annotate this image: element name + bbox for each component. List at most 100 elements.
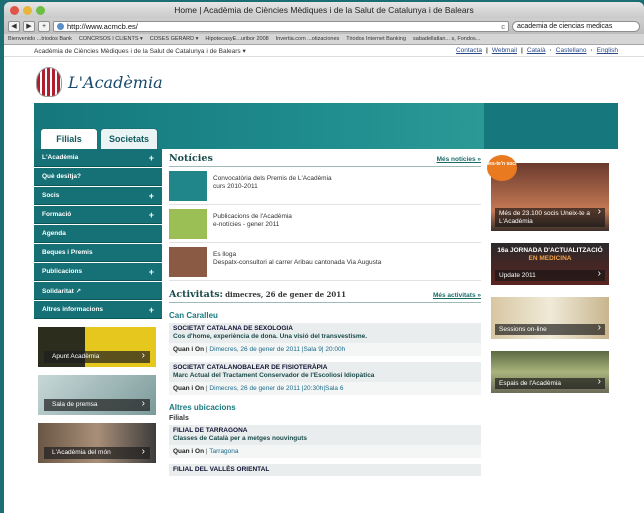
- meta-label: Quan i On: [173, 346, 205, 353]
- menu-item-lacademia[interactable]: L'Acadèmia +: [34, 149, 162, 167]
- menu-item-publicacions[interactable]: Publicacions +: [34, 263, 162, 281]
- bookmark-item[interactable]: CONCRSOS I CLIENTS ▾: [79, 36, 143, 42]
- menu-label: Publicacions: [42, 268, 83, 275]
- menu-item-agenda[interactable]: Agenda: [34, 225, 162, 243]
- bookmark-item[interactable]: COSES GERARD ▾: [150, 36, 199, 42]
- globe-icon: [57, 22, 64, 30]
- bookmark-item[interactable]: HipotecasyE...uribor 2008: [205, 36, 268, 42]
- event-bar: SOCIETAT CATALANA DE SEXOLOGIA Cos d'hom…: [169, 323, 481, 343]
- bookmark-item[interactable]: Invertia.com ...otizaciones: [276, 36, 340, 42]
- news-thumbnail[interactable]: [169, 209, 207, 239]
- bookmark-item[interactable]: sabadellatlan... s, Fondos...: [413, 36, 480, 42]
- news-text: Es lloga Despatx-consultori al carrer Ari…: [213, 247, 381, 267]
- expand-icon[interactable]: +: [149, 267, 154, 277]
- promo-caption: L'Acadèmia del món: [44, 446, 150, 459]
- expand-icon[interactable]: +: [149, 191, 154, 201]
- english-link[interactable]: English: [597, 47, 618, 54]
- activitats-date: dimecres, 26 de gener de 2011: [225, 290, 346, 299]
- right-column: fes-te'n soci Més de 23.100 socis Uneix-…: [487, 155, 609, 405]
- event-bar: FILIAL DEL VALLÈS ORIENTAL: [169, 464, 481, 476]
- menu-label: Beques i Premis: [42, 249, 93, 256]
- news-item[interactable]: Publicacions de l'Acadèmia e-notícies - g…: [169, 205, 481, 243]
- more-news-link[interactable]: Més notícies »: [437, 156, 481, 163]
- tab-filials[interactable]: Filials: [40, 128, 98, 149]
- title-bar: Home | Acadèmia de Ciències Mèdiques i d…: [4, 2, 644, 18]
- news-item[interactable]: Es lloga Despatx-consultori al carrer Ari…: [169, 243, 481, 281]
- event-item[interactable]: FILIAL DEL VALLÈS ORIENTAL: [169, 464, 481, 476]
- news-thumbnail[interactable]: [169, 247, 207, 277]
- castellano-link[interactable]: Castellano: [556, 47, 587, 54]
- jornada-heading: 16a JORNADA D'ACTUALITZACIÓ EN MEDICINA: [497, 247, 603, 262]
- news-subtitle: curs 2010-2011: [213, 183, 258, 190]
- promo-caption: Més de 23.100 socis Uneix-te a L'Acadèmi…: [495, 208, 605, 227]
- event-title[interactable]: Cos d'home, experiència de dona. Una vis…: [173, 333, 477, 341]
- event-title[interactable]: Classes de Català per a metges nouvingut…: [173, 435, 477, 443]
- webmail-link[interactable]: Webmail: [492, 47, 517, 54]
- event-item[interactable]: SOCIETAT CATALANA DE SEXOLOGIA Cos d'hom…: [169, 323, 481, 356]
- menu-item-formacio[interactable]: Formació +: [34, 206, 162, 224]
- window-title: Home | Acadèmia de Ciències Mèdiques i d…: [174, 5, 474, 15]
- menu-item-beques[interactable]: Beques i Premis: [34, 244, 162, 262]
- forward-button[interactable]: ▶: [23, 20, 35, 32]
- event-meta: Quan i On | Dimecres, 26 de gener de 201…: [169, 343, 481, 356]
- browser-toolbar: ◀ ▶ + http://www.acmcb.es/ c academia de…: [4, 18, 644, 34]
- sessions-promo[interactable]: Sessions on-line: [491, 297, 609, 339]
- news-title[interactable]: Publicacions de l'Acadèmia: [213, 213, 292, 221]
- filials-label: Filials: [169, 415, 189, 422]
- add-bookmark-button[interactable]: +: [38, 20, 50, 32]
- promo-academia-mon[interactable]: L'Acadèmia del món: [38, 423, 156, 463]
- news-title[interactable]: Es lloga: [213, 251, 381, 259]
- menu-item-que-desitja[interactable]: Què desitja?: [34, 168, 162, 186]
- back-button[interactable]: ◀: [8, 20, 20, 32]
- separator: |: [520, 47, 523, 54]
- news-title[interactable]: Convocatòria dels Premis de L'Acadèmia: [213, 175, 332, 183]
- tab-bar: Filials Societats: [40, 128, 158, 149]
- location-heading: Altres ubicacions: [169, 403, 236, 412]
- section-title: Notícies: [169, 153, 213, 164]
- address-bar[interactable]: http://www.acmcb.es/ c: [53, 20, 509, 32]
- catala-link[interactable]: Català: [527, 47, 546, 54]
- event-organizer: SOCIETAT CATALANA DE SEXOLOGIA: [173, 325, 293, 332]
- event-organizer: FILIAL DEL VALLÈS ORIENTAL: [173, 466, 270, 473]
- web-page: Acadèmia de Ciències Mèdiques i de la Sa…: [4, 45, 644, 513]
- event-item[interactable]: FILIAL DE TARRAGONA Classes de Català pe…: [169, 425, 481, 458]
- promo-caption: Sala de premsa: [44, 398, 150, 411]
- jornada-promo[interactable]: 16a JORNADA D'ACTUALITZACIÓ EN MEDICINA …: [491, 243, 609, 285]
- separator: ·: [590, 47, 593, 54]
- more-activities-link[interactable]: Més activitats »: [433, 292, 481, 299]
- promo-sala-premsa[interactable]: Sala de premsa: [38, 375, 156, 415]
- search-input[interactable]: academia de ciencias medicas: [512, 20, 640, 32]
- expand-icon[interactable]: +: [149, 210, 154, 220]
- brand-name: L'Acadèmia: [68, 72, 163, 92]
- section-title: Activitats:: [169, 289, 224, 300]
- socis-promo[interactable]: fes-te'n soci Més de 23.100 socis Uneix-…: [487, 155, 609, 231]
- menu-item-altres[interactable]: Altres informacions +: [34, 301, 162, 319]
- reload-icon[interactable]: c: [501, 22, 505, 31]
- menu-item-socis[interactable]: Socis +: [34, 187, 162, 205]
- espais-promo[interactable]: Espais de l'Acadèmia: [491, 351, 609, 393]
- event-item[interactable]: SOCIETAT CATALANOBALEAR DE FISIOTERÀPIA …: [169, 362, 481, 395]
- menu-item-solidaritat[interactable]: Solidaritat ↗: [34, 282, 162, 300]
- news-subtitle: Despatx-consultori al carrer Aribau cant…: [213, 259, 382, 266]
- menu-label: Què desitja?: [42, 173, 82, 180]
- utility-links: Contacta | Webmail | Català · Castellano…: [456, 47, 618, 54]
- bookmark-item[interactable]: Bienvenido ...triodos Bank: [8, 36, 72, 42]
- event-title[interactable]: Marc Actual del Tractament Conservador d…: [173, 372, 477, 380]
- event-meta: Quan i On | Tarragona: [169, 445, 481, 458]
- meta-value: Tarragona: [209, 448, 239, 455]
- news-item[interactable]: Convocatòria dels Premis de L'Acadèmia cu…: [169, 167, 481, 205]
- expand-icon[interactable]: +: [149, 153, 154, 163]
- site-selector[interactable]: Acadèmia de Ciències Mèdiques i de la Sa…: [34, 47, 246, 55]
- sidebar: L'Acadèmia + Què desitja? Socis + Formació…: [34, 149, 162, 463]
- expand-icon[interactable]: +: [149, 305, 154, 315]
- promo-caption: Sessions on-line: [495, 323, 605, 335]
- noticies-header: Notícies Més notícies »: [169, 153, 481, 167]
- become-member-badge[interactable]: fes-te'n soci: [487, 155, 517, 181]
- contacta-link[interactable]: Contacta: [456, 47, 482, 54]
- promo-apunt-academia[interactable]: Apunt Acadèmia: [38, 327, 156, 367]
- news-thumbnail[interactable]: [169, 171, 207, 201]
- tab-societats[interactable]: Societats: [100, 128, 158, 149]
- site-logo[interactable]: L'Acadèmia: [36, 67, 163, 97]
- event-meta: Quan i On | Dimecres, 26 de gener de 201…: [169, 382, 481, 395]
- bookmark-item[interactable]: Triodos Internet Banking: [346, 36, 406, 42]
